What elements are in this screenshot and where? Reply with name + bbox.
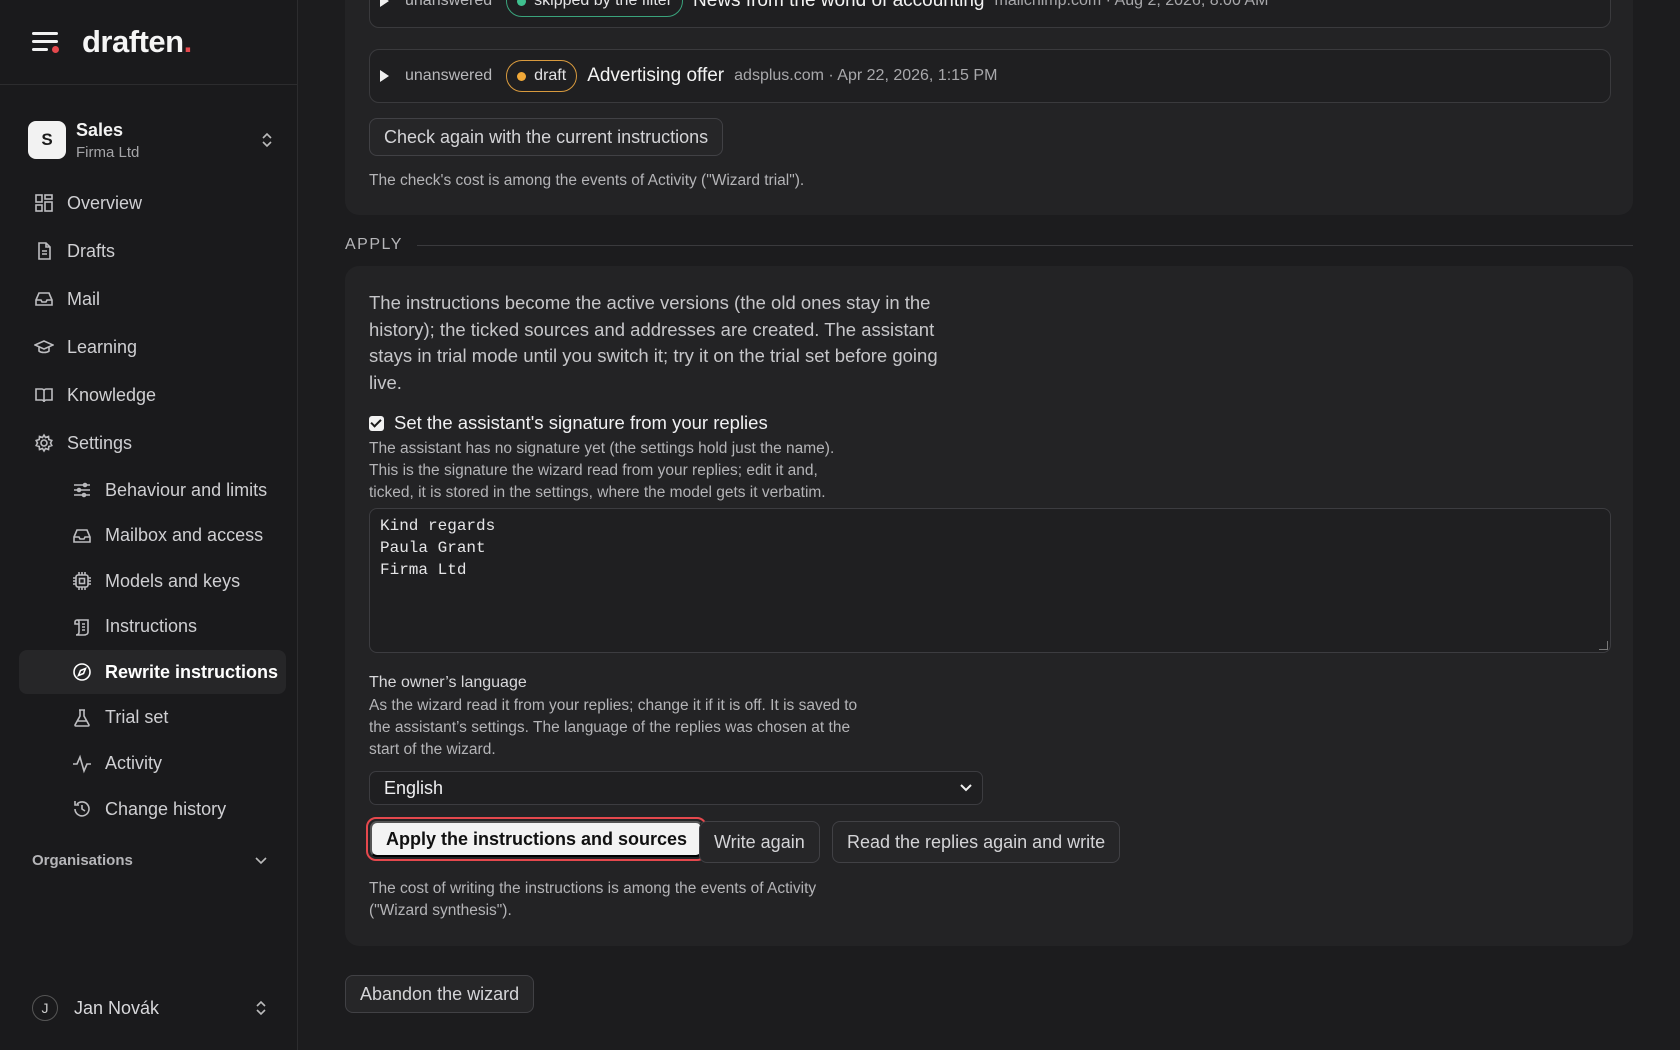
workspace-org: Firma Ltd	[76, 143, 140, 161]
resize-handle-icon[interactable]	[1599, 641, 1608, 650]
nav-item-trial-set[interactable]: Trial set	[19, 696, 286, 740]
expand-triangle-icon[interactable]	[380, 0, 389, 7]
nav-item-label: Models and keys	[105, 570, 241, 591]
check-cost-note: The check's cost is among the events of …	[369, 172, 805, 189]
flask-icon	[71, 707, 93, 729]
signature-help: The assistant has no signature yet (the …	[369, 440, 835, 501]
signature-checkbox[interactable]	[369, 415, 384, 431]
history-icon	[71, 798, 93, 820]
abandon-wizard-button[interactable]: Abandon the wizard	[345, 975, 535, 1013]
status-badge: draft	[506, 60, 578, 92]
chevron-down-icon	[255, 856, 267, 864]
chevron-updown-icon	[262, 132, 272, 148]
nav-item-mail[interactable]: Mail	[19, 276, 286, 322]
language-help: As the wizard read it from your replies;…	[369, 697, 858, 758]
email-meta: mailchimp.com · Aug 2, 2026, 8:00 AM	[994, 0, 1269, 9]
nav-item-instructions[interactable]: Instructions	[19, 605, 286, 649]
email-status: unanswered	[405, 67, 493, 84]
nav-item-label: Knowledge	[67, 384, 157, 405]
workspace-name: Sales	[76, 119, 124, 140]
signature-textarea[interactable]: Kind regards Paula Grant Firma Ltd	[369, 508, 1611, 653]
book-icon	[33, 384, 55, 406]
section-apply-heading: APPLY	[345, 236, 1633, 254]
user-name: Jan Novák	[74, 997, 160, 1018]
nav-item-mailbox-and-access[interactable]: Mailbox and access	[19, 514, 286, 558]
email-row[interactable]: unanswered skipped by the filter News fr…	[369, 0, 1611, 28]
logo[interactable]: draften.	[82, 24, 192, 60]
chevron-down-icon	[960, 784, 972, 792]
activity-icon	[71, 753, 93, 775]
read-again-button[interactable]: Read the replies again and write	[832, 821, 1121, 863]
cost-note: The cost of writing the instructions is …	[369, 880, 817, 919]
nav-item-models-and-keys[interactable]: Models and keys	[19, 559, 286, 603]
nav-item-label: Overview	[67, 192, 143, 213]
user-menu[interactable]: J Jan Novák	[32, 993, 268, 1023]
language-label: The owner’s language	[369, 674, 527, 691]
grid-icon	[33, 192, 55, 214]
avatar: J	[32, 995, 58, 1021]
apply-intro: The instructions become the active versi…	[369, 292, 938, 394]
apply-card: The instructions become the active versi…	[345, 266, 1633, 946]
nav-item-behaviour-and-limits[interactable]: Behaviour and limits	[19, 468, 286, 512]
nav-item-knowledge[interactable]: Knowledge	[19, 372, 286, 418]
nav-item-label: Settings	[67, 432, 133, 453]
document-icon	[33, 240, 55, 262]
nav-item-label: Mail	[67, 288, 101, 309]
nav-item-learning[interactable]: Learning	[19, 324, 286, 370]
organisations-toggle[interactable]: Organisations	[32, 852, 268, 869]
brand-header: draften.	[0, 0, 297, 85]
organisations-label: Organisations	[32, 852, 133, 869]
graduation-cap-icon	[33, 336, 55, 358]
nav-item-label: Change history	[105, 798, 227, 819]
chip-icon	[71, 570, 93, 592]
nav-item-change-history[interactable]: Change history	[19, 787, 286, 831]
status-badge: skipped by the filter	[506, 0, 684, 17]
nav-item-label: Behaviour and limits	[105, 479, 268, 500]
sidebar: draften. S Sales Firma Ltd Overview Draf…	[0, 0, 298, 1050]
email-subject: Advertising offer	[587, 65, 725, 86]
menu-icon[interactable]	[32, 30, 60, 54]
nav-item-label: Mailbox and access	[105, 525, 264, 546]
nav-item-label: Drafts	[67, 240, 116, 261]
inbox-icon	[71, 525, 93, 547]
write-again-button[interactable]: Write again	[699, 821, 820, 863]
nav-item-rewrite-instructions[interactable]: Rewrite instructions	[19, 650, 286, 695]
nav-item-label: Learning	[67, 336, 138, 357]
nav-item-activity[interactable]: Activity	[19, 742, 286, 786]
email-subject: News from the world of accounting	[693, 0, 985, 11]
dot-icon	[517, 71, 527, 81]
sliders-icon	[71, 479, 93, 501]
email-meta: adsplus.com · Apr 22, 2026, 1:15 PM	[734, 67, 998, 84]
nav-item-label: Trial set	[105, 707, 169, 728]
workspace-avatar: S	[28, 121, 66, 159]
nav-item-overview[interactable]: Overview	[19, 180, 286, 226]
email-row[interactable]: unanswered draft Advertising offer adspl…	[369, 49, 1611, 103]
nav-item-label: Instructions	[105, 616, 198, 637]
signature-checkbox-label: Set the assistant's signature from your …	[394, 412, 768, 433]
expand-triangle-icon[interactable]	[380, 70, 389, 82]
nav-item-label: Rewrite instructions	[105, 661, 279, 682]
nav-item-settings[interactable]: Settings	[19, 420, 286, 466]
check-card: unanswered skipped by the filter News fr…	[345, 0, 1633, 215]
gear-icon	[33, 432, 55, 454]
scroll-icon	[71, 616, 93, 638]
email-status: unanswered	[405, 0, 493, 9]
compass-icon	[71, 661, 93, 683]
main-nav: Overview Drafts Mail Learning Knowledge …	[19, 180, 286, 833]
apply-button-focus-ring[interactable]: Apply the instructions and sources	[366, 817, 708, 861]
language-select[interactable]: English	[369, 771, 983, 805]
apply-instructions-button[interactable]: Apply the instructions and sources	[370, 821, 704, 857]
inbox-icon	[33, 288, 55, 310]
dot-icon	[517, 0, 527, 6]
chevron-updown-icon	[256, 1000, 266, 1016]
check-again-button[interactable]: Check again with the current instruction…	[369, 118, 724, 156]
workspace-switcher[interactable]: S Sales Firma Ltd	[28, 116, 274, 164]
nav-item-drafts[interactable]: Drafts	[19, 228, 286, 274]
nav-item-label: Activity	[105, 753, 163, 774]
signature-checkbox-row[interactable]: Set the assistant's signature from your …	[369, 412, 768, 434]
language-select-value: English	[384, 777, 444, 798]
